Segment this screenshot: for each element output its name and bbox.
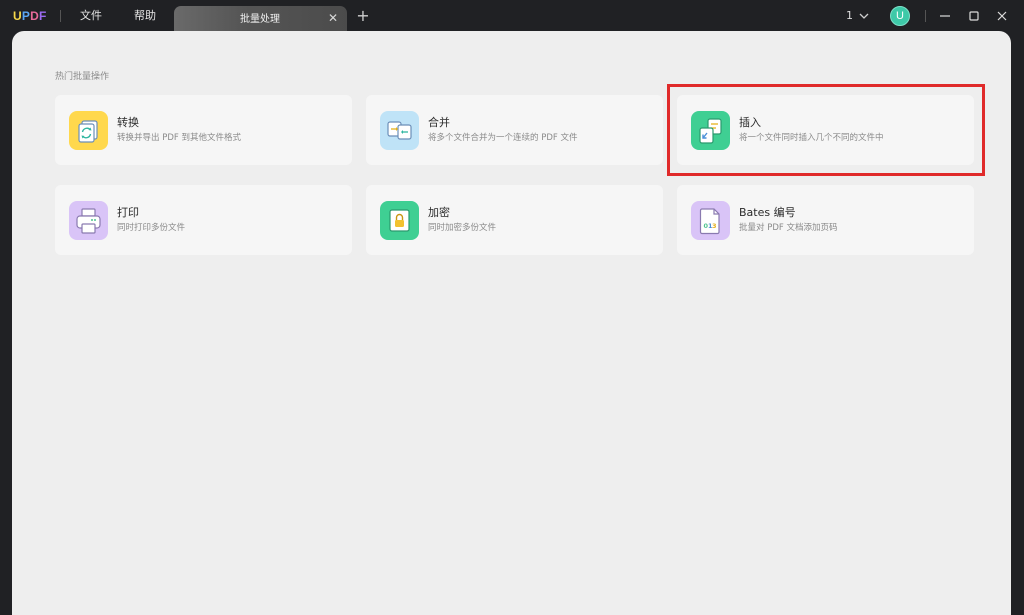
card-bates-numbering[interactable]: 0 1 3 Bates 编号 批量对 PDF 文档添加页码 [677, 185, 974, 255]
card-description: 批量对 PDF 文档添加页码 [739, 223, 838, 233]
card-description: 将一个文件同时插入几个不同的文件中 [739, 133, 884, 143]
card-description: 转换并导出 PDF 到其他文件格式 [117, 133, 241, 143]
minimize-icon[interactable] [937, 8, 953, 24]
encrypt-icon [380, 201, 419, 240]
card-print[interactable]: 打印 同时打印多份文件 [55, 185, 352, 255]
card-merge[interactable]: 合并 将多个文件合并为一个连续的 PDF 文件 [366, 95, 663, 165]
logo-letter: F [38, 9, 47, 23]
card-title: 合并 [428, 116, 450, 129]
logo-letter: D [30, 9, 39, 23]
card-convert[interactable]: 转换 转换并导出 PDF 到其他文件格式 [55, 95, 352, 165]
avatar[interactable]: U [890, 6, 910, 26]
batch-panel: 热门批量操作 转换 转换并导出 PDF 到其他文件格式 合并 将多个文件合并为一… [12, 31, 1011, 615]
logo-letter: U [13, 9, 22, 23]
tab-label: 批量处理 [240, 14, 280, 25]
chevron-down-icon[interactable] [858, 10, 870, 22]
card-title: 插入 [739, 116, 761, 129]
add-tab-icon[interactable]: + [355, 7, 371, 25]
convert-icon [69, 111, 108, 150]
card-description: 同时加密多份文件 [428, 223, 497, 233]
card-title: 打印 [117, 206, 139, 219]
bates-icon: 0 1 3 [691, 201, 730, 240]
title-bar: UPDF 文件 帮助 批量处理 ✕ + 1 U [0, 0, 1024, 32]
print-icon [69, 201, 108, 240]
window-close-icon[interactable] [994, 8, 1010, 24]
card-description: 同时打印多份文件 [117, 223, 186, 233]
updf-logo[interactable]: UPDF [13, 9, 47, 23]
card-encrypt[interactable]: 加密 同时加密多份文件 [366, 185, 663, 255]
section-title: 热门批量操作 [55, 72, 110, 82]
title-divider [925, 10, 926, 22]
page-count[interactable]: 1 [846, 8, 853, 24]
tab-batch-process[interactable]: 批量处理 ✕ [174, 6, 347, 32]
menu-file[interactable]: 文件 [80, 8, 102, 24]
card-title: 转换 [117, 116, 139, 129]
logo-letter: P [21, 9, 31, 23]
svg-text:3: 3 [712, 222, 717, 230]
menu-help[interactable]: 帮助 [134, 8, 156, 24]
insert-icon [691, 111, 730, 150]
card-title: Bates 编号 [739, 206, 796, 219]
card-title: 加密 [428, 206, 450, 219]
card-insert[interactable]: 插入 将一个文件同时插入几个不同的文件中 [677, 95, 974, 165]
title-divider [60, 10, 61, 22]
card-description: 将多个文件合并为一个连续的 PDF 文件 [428, 133, 578, 143]
merge-icon [380, 111, 419, 150]
maximize-icon[interactable] [966, 8, 982, 24]
close-icon[interactable]: ✕ [326, 11, 340, 25]
